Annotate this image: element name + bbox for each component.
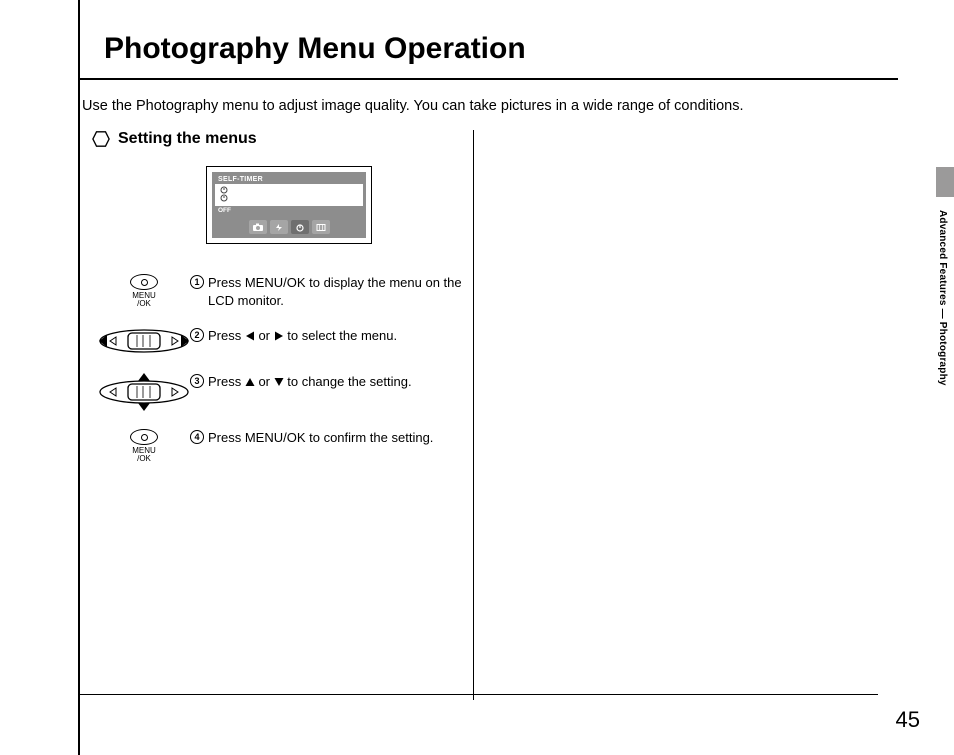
triangle-down-icon <box>274 374 284 392</box>
lcd-off-label: OFF <box>215 206 363 217</box>
step-row: MENU /OK 4 Press MENU/OK to confirm the … <box>98 429 465 463</box>
step-number-badge: 2 <box>190 328 204 342</box>
side-section-label: Advanced Features — Photography <box>937 210 948 386</box>
self-timer-options-icon <box>219 186 359 204</box>
section-header: Setting the menus <box>92 130 465 148</box>
steps-list: MENU /OK 1 Press MENU/OK to display the … <box>98 274 465 463</box>
step-number-badge: 3 <box>190 374 204 388</box>
step-text: Press MENU/OK to confirm the setting. <box>208 429 433 447</box>
step-text: Press or to select the menu. <box>208 327 397 346</box>
footer-rule <box>80 694 878 695</box>
lcd-frame: SELF-TIMER <box>206 166 372 244</box>
menu-ok-button-icon: MENU /OK <box>98 274 190 308</box>
page-number: 45 <box>896 707 920 733</box>
lcd-tab-camera-icon <box>249 220 267 234</box>
triangle-right-icon <box>274 328 284 346</box>
step-text: Press MENU/OK to display the menu on the… <box>208 274 465 309</box>
page-frame: Photography Menu Operation Use the Photo… <box>78 0 938 755</box>
hexagon-bullet-icon <box>92 130 110 148</box>
section-title: Setting the menus <box>118 130 257 148</box>
step-row: 3 Press or to change the setting. <box>98 373 465 411</box>
content-columns: Setting the menus SELF-TIMER <box>80 130 938 700</box>
thumb-tab <box>936 167 954 197</box>
dpad-horizontal-icon <box>98 327 190 355</box>
lcd-icon-strip <box>215 217 363 238</box>
step-text: Press or to change the setting. <box>208 373 412 392</box>
triangle-up-icon <box>245 374 255 392</box>
step-number-badge: 4 <box>190 430 204 444</box>
lcd-options-panel <box>215 184 363 206</box>
dpad-vertical-icon <box>98 373 190 411</box>
triangle-left-icon <box>245 328 255 346</box>
lcd-tab-flash-icon <box>270 220 288 234</box>
menu-ok-button-icon: MENU /OK <box>98 429 190 463</box>
step-row: MENU /OK 1 Press MENU/OK to display the … <box>98 274 465 309</box>
left-column: Setting the menus SELF-TIMER <box>80 130 465 700</box>
step-number-badge: 1 <box>190 275 204 289</box>
lcd-menu-title: SELF-TIMER <box>215 175 363 184</box>
lcd-figure: SELF-TIMER <box>206 166 465 244</box>
page-title: Photography Menu Operation <box>80 0 898 80</box>
lcd-tab-quality-icon <box>312 220 330 234</box>
intro-text: Use the Photography menu to adjust image… <box>80 80 938 114</box>
column-divider <box>473 130 474 700</box>
step-row: 2 Press or to select the menu. <box>98 327 465 355</box>
lcd-tab-timer-icon <box>291 220 309 234</box>
menu-ok-label-line2: /OK <box>130 300 158 308</box>
menu-ok-label-line2: /OK <box>130 455 158 463</box>
